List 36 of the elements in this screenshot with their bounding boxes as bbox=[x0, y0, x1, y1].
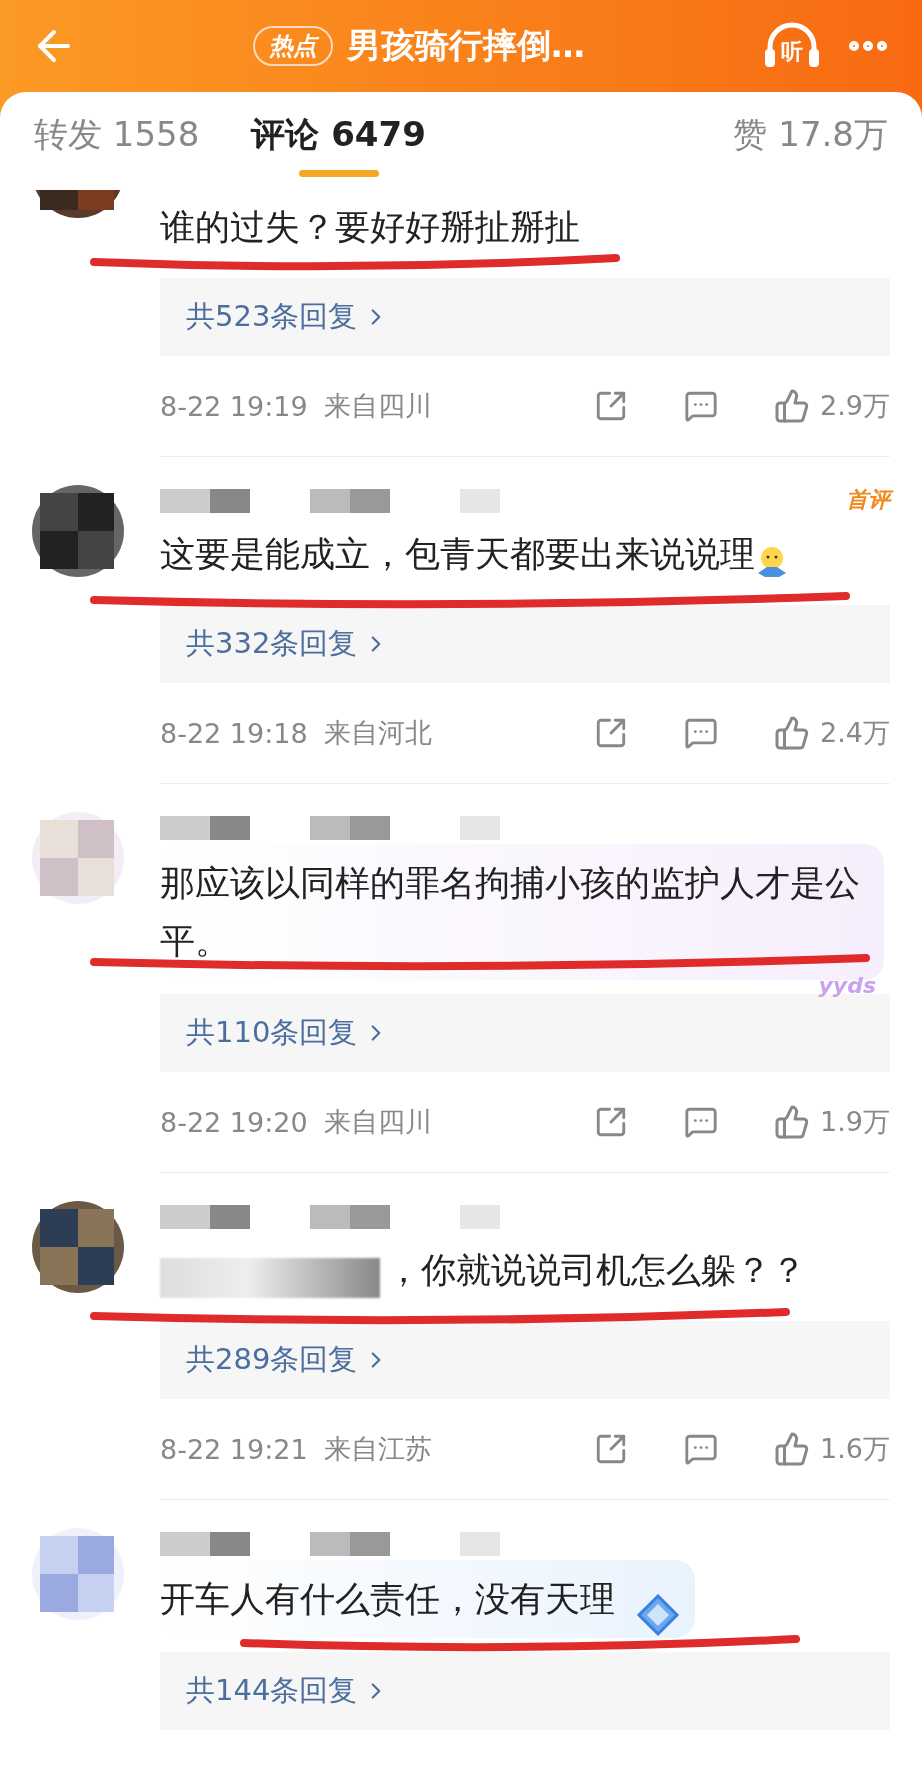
thumbs-up-icon[interactable] bbox=[774, 388, 811, 424]
hot-badge: 热点 bbox=[253, 26, 333, 66]
thumbs-up-icon[interactable] bbox=[774, 1431, 811, 1467]
tab[interactable]: 转发 1558 bbox=[34, 112, 200, 177]
comment-text: 开车人有什么责任，没有天理 bbox=[160, 1579, 615, 1619]
comment-time: 8-22 19:21 bbox=[160, 1433, 308, 1465]
comment-text: 这要是能成立，包青天都要出来说说理 bbox=[160, 534, 755, 574]
diamond-icon bbox=[635, 1592, 681, 1638]
comment-location: 来自四川 bbox=[323, 1105, 432, 1139]
comment-icon[interactable] bbox=[684, 389, 719, 423]
page-title: 男孩骑行摔倒… bbox=[347, 24, 585, 67]
like-count: 2.4万 bbox=[820, 716, 890, 750]
replies-link[interactable]: 共289条回复 bbox=[160, 1321, 890, 1399]
comment-time: 8-22 19:20 bbox=[160, 1106, 308, 1138]
thumbs-up-icon[interactable] bbox=[774, 715, 811, 751]
like-count: 1.6万 bbox=[820, 1432, 890, 1466]
comment-location: 来自江苏 bbox=[323, 1432, 432, 1466]
tab[interactable]: 赞 17.8万 bbox=[733, 112, 888, 177]
thumbs-up-icon[interactable] bbox=[774, 1104, 811, 1140]
like-count: 2.9万 bbox=[820, 389, 890, 423]
listen-button[interactable]: 听 bbox=[760, 21, 824, 71]
comment-text: ，你就说说司机怎么躲？？ bbox=[386, 1250, 806, 1290]
comment-time: 8-22 19:19 bbox=[160, 390, 308, 422]
comment-icon[interactable] bbox=[684, 1432, 719, 1466]
comment-icon[interactable] bbox=[684, 1105, 719, 1139]
comment-location: 来自四川 bbox=[323, 389, 432, 423]
comment-location: 来自河北 bbox=[323, 716, 432, 750]
comment-icon[interactable] bbox=[684, 716, 719, 750]
comment-text: 谁的过失？要好好掰扯掰扯 bbox=[160, 207, 580, 247]
replies-link[interactable]: 共332条回复 bbox=[160, 605, 890, 683]
replies-link[interactable]: 共144条回复 bbox=[160, 1652, 890, 1730]
tab[interactable]: 评论 6479 bbox=[251, 112, 426, 177]
replies-link[interactable]: 共523条回复 bbox=[160, 278, 890, 356]
comment-text: 那应该以同样的罪名拘捕小孩的监护人才是公平。 bbox=[160, 863, 860, 961]
like-count: 1.9万 bbox=[820, 1105, 890, 1139]
comment-time: 8-22 19:18 bbox=[160, 717, 308, 749]
